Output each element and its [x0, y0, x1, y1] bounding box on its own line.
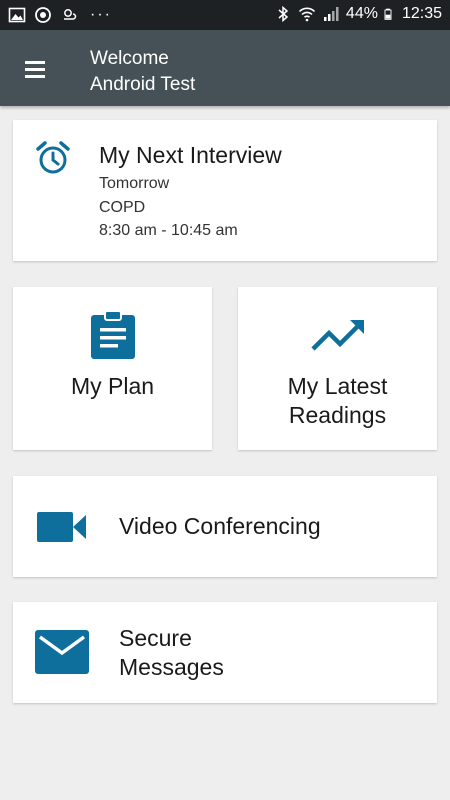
- interview-time: 8:30 am - 10:45 am: [99, 222, 238, 239]
- trending-up-icon: [310, 320, 364, 351]
- latest-readings-label: My Latest Readings: [238, 372, 437, 430]
- menu-icon: [25, 60, 45, 64]
- alarm-clock-icon: [36, 141, 70, 174]
- secure-messages-card[interactable]: Secure Messages: [13, 602, 437, 703]
- interview-type: COPD: [99, 199, 146, 216]
- welcome-text: Welcome: [90, 48, 169, 69]
- latest-readings-label-line1: My Latest: [287, 373, 388, 399]
- bluetooth-icon: [278, 5, 289, 23]
- image-icon: [8, 7, 26, 23]
- sync-icon: [35, 7, 51, 23]
- status-right-icons: 44% 12:35: [274, 5, 442, 23]
- video-camera-icon: [37, 512, 86, 542]
- wifi-icon: [298, 7, 315, 22]
- next-interview-card[interactable]: My Next Interview Tomorrow COPD 8:30 am …: [13, 120, 437, 261]
- signal-icon: [323, 7, 339, 21]
- menu-icon-bar: [25, 74, 45, 78]
- video-conferencing-card[interactable]: Video Conferencing: [13, 476, 437, 577]
- menu-icon-bar: [25, 67, 45, 71]
- latest-readings-label-line2: Readings: [288, 402, 387, 428]
- status-left-icons: ···: [8, 6, 112, 24]
- battery-icon: [384, 8, 392, 20]
- welcome-header: Welcome Android Test: [90, 46, 195, 98]
- clock: 12:35: [401, 5, 442, 22]
- secure-messages-label-line2: Messages: [119, 654, 224, 680]
- app-bar: Welcome Android Test: [0, 30, 450, 106]
- my-plan-tile[interactable]: My Plan: [13, 287, 212, 450]
- latest-readings-tile[interactable]: My Latest Readings: [238, 287, 437, 450]
- secure-messages-label: Secure Messages: [119, 624, 319, 682]
- my-plan-label: My Plan: [70, 373, 155, 399]
- user-name: Android Test: [90, 74, 196, 95]
- clipboard-icon: [90, 310, 135, 359]
- battery-percent: 44%: [345, 5, 378, 22]
- interview-day: Tomorrow: [99, 175, 170, 192]
- secure-messages-label-line1: Secure: [119, 625, 192, 651]
- more-notifications: ···: [90, 6, 112, 23]
- envelope-icon: [35, 630, 89, 674]
- menu-button[interactable]: [18, 52, 52, 86]
- status-bar: ··· 44% 12:35: [0, 0, 450, 30]
- weather-icon: [64, 9, 77, 20]
- interview-title: My Next Interview: [99, 142, 282, 168]
- video-conferencing-label: Video Conferencing: [119, 513, 321, 539]
